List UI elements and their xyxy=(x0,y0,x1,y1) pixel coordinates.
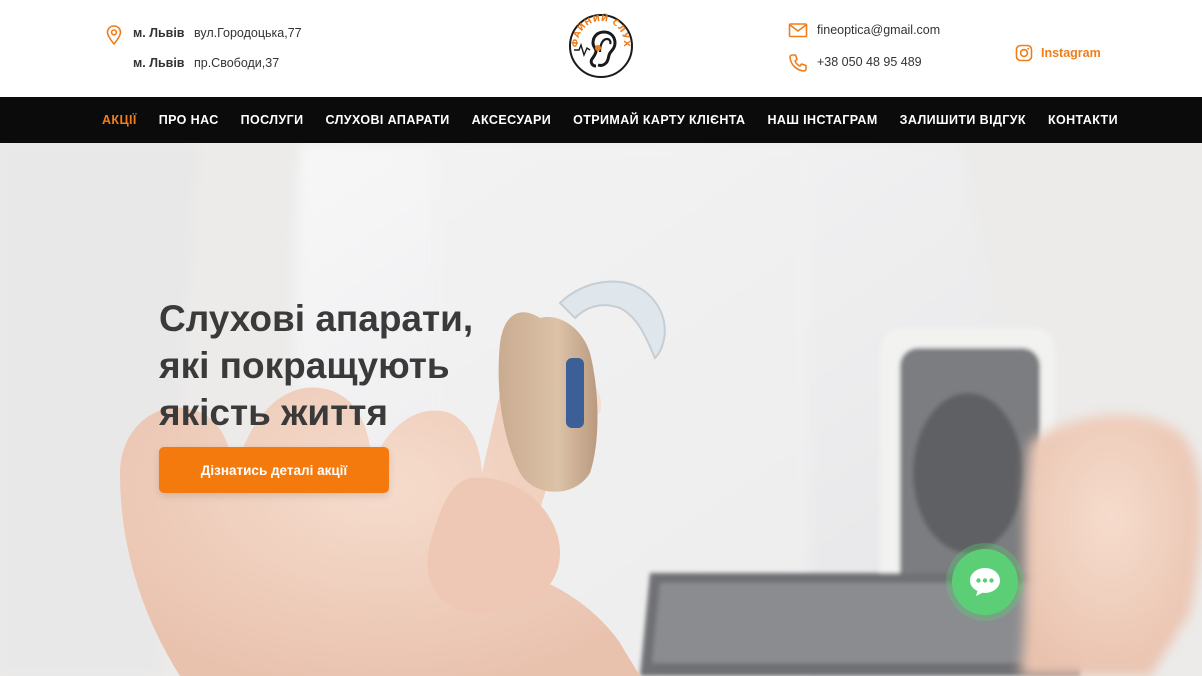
email-link[interactable]: fineoptica@gmail.com xyxy=(817,23,940,37)
nav-item-promotions[interactable]: АКЦІЇ xyxy=(102,113,137,127)
nav-item-contacts[interactable]: КОНТАКТИ xyxy=(1048,113,1118,127)
nav-item-about[interactable]: ПРО НАС xyxy=(159,113,219,127)
nav-item-client-card[interactable]: ОТРИМАЙ КАРТУ КЛІЄНТА xyxy=(573,113,745,127)
main-nav: АКЦІЇ ПРО НАС ПОСЛУГИ СЛУХОВІ АПАРАТИ АК… xyxy=(0,97,1202,143)
nav-item-services[interactable]: ПОСЛУГИ xyxy=(241,113,304,127)
phone-icon xyxy=(789,54,807,72)
address-street: пр.Свободи,37 xyxy=(193,56,280,70)
hero-banner: Слухові апарати, які покращують якість ж… xyxy=(0,143,1202,676)
map-pin-icon xyxy=(106,25,122,45)
nav-item-accessories[interactable]: АКСЕСУАРИ xyxy=(472,113,552,127)
hero-title-line: Слухові апарати, xyxy=(159,298,474,339)
chat-widget-button[interactable] xyxy=(946,543,1024,621)
phone-link[interactable]: +38 050 48 95 489 xyxy=(817,55,922,69)
instagram-label: Instagram xyxy=(1041,46,1101,60)
nav-item-review[interactable]: ЗАЛИШИТИ ВІДГУК xyxy=(900,113,1026,127)
instagram-link[interactable]: Instagram xyxy=(1015,44,1101,62)
address-1: м. Львів вул.Городоцька,77 xyxy=(133,26,302,40)
address-2: м. Львів пр.Свободи,37 xyxy=(133,56,279,70)
hero-title-line: якість життя xyxy=(159,392,388,433)
chat-bubble-icon xyxy=(970,568,1000,596)
address-city: м. Львів xyxy=(133,56,185,70)
chat-widget-inner xyxy=(952,549,1018,615)
nav-item-instagram[interactable]: НАШ ІНСТАГРАМ xyxy=(767,113,877,127)
promo-details-button[interactable]: Дізнатись деталі акції xyxy=(159,447,389,493)
hero-title: Слухові апарати, які покращують якість ж… xyxy=(159,295,519,436)
address-city: м. Львів xyxy=(133,26,185,40)
site-logo[interactable]: ФАЙНИЙ СЛУХ xyxy=(566,8,636,80)
site-header: м. Львів вул.Городоцька,77 м. Львів пр.С… xyxy=(0,0,1202,97)
hero-title-line: які покращують xyxy=(159,345,450,386)
mail-icon xyxy=(788,23,808,38)
address-street: вул.Городоцька,77 xyxy=(193,26,302,40)
nav-item-hearing-aids[interactable]: СЛУХОВІ АПАРАТИ xyxy=(326,113,450,127)
instagram-icon xyxy=(1015,44,1033,62)
